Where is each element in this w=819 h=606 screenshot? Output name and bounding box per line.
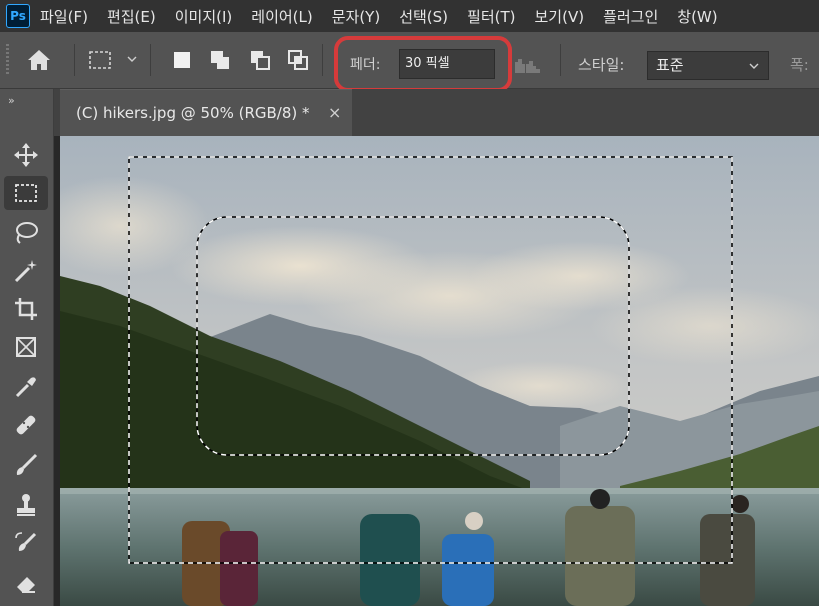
separator [560,44,561,76]
crop-tool[interactable] [4,292,48,326]
menu-window[interactable]: 창(W) [677,6,717,27]
subtract-selection-icon[interactable] [248,48,272,72]
separator [150,44,151,76]
eyedropper-icon [15,377,36,398]
document-tab-title: (C) hikers.jpg @ 50% (RGB/8) * [76,104,310,122]
add-selection-icon[interactable] [208,48,232,72]
close-icon[interactable]: × [328,103,341,122]
style-select[interactable]: 표준 [647,51,769,80]
healing-brush-tool[interactable] [4,408,48,442]
separator [74,44,75,76]
move-tool[interactable] [4,138,48,172]
menu-file[interactable]: 파일(F) [40,6,88,27]
width-label: 폭: [790,56,809,74]
rectangular-marquee-icon [15,184,37,202]
lasso-icon [16,222,38,244]
feathered-selection-marquee [196,216,630,456]
eyedropper-tool[interactable] [4,370,48,404]
intersect-selection-icon[interactable] [286,48,310,72]
menu-plugins[interactable]: 플러그인 [603,6,658,27]
eraser-icon [17,577,35,593]
brush-tool[interactable] [4,448,48,482]
anti-alias-icon [515,59,540,73]
frame-tool[interactable] [4,330,48,364]
eraser-tool[interactable] [4,566,48,600]
feather-label: 페더: [350,57,381,73]
new-selection-icon[interactable] [170,48,194,72]
menu-select[interactable]: 선택(S) [399,6,448,27]
home-icon[interactable] [24,46,54,74]
menu-type[interactable]: 문자(Y) [332,6,380,27]
history-brush-icon [15,532,37,551]
menu-view[interactable]: 보기(V) [535,6,585,27]
style-select-value: 표준 [656,56,684,74]
feather-input[interactable]: 30 픽셀 [399,49,495,79]
options-bar-grip[interactable] [6,44,9,74]
move-icon [14,143,38,167]
document-tab[interactable]: (C) hikers.jpg @ 50% (RGB/8) * × [60,89,352,137]
rectangular-marquee-icon[interactable] [88,50,112,70]
magic-wand-tool[interactable] [4,254,48,288]
magic-wand-icon [14,260,37,283]
photoshop-logo[interactable]: Ps [6,4,30,28]
menu-image[interactable]: 이미지(I) [175,6,233,27]
clone-stamp-tool[interactable] [4,488,48,522]
style-label: 스타일: [578,56,625,74]
menu-edit[interactable]: 편집(E) [107,6,156,27]
chevron-down-icon[interactable] [126,54,138,64]
history-brush-tool[interactable] [4,526,48,560]
marquee-tool[interactable] [4,176,48,210]
frame-icon [16,337,36,357]
brush-icon [16,453,38,475]
collapse-panel-icon[interactable]: » [8,94,15,107]
clone-stamp-icon [17,494,35,516]
crop-icon [15,298,37,320]
menu-filter[interactable]: 필터(T) [467,6,515,27]
healing-brush-icon [16,415,36,435]
menu-layer[interactable]: 레이어(L) [251,6,312,27]
separator [322,44,323,76]
lasso-tool[interactable] [4,216,48,250]
menu-bar: Ps 파일(F) 편집(E) 이미지(I) 레이어(L) 문자(Y) 선택(S)… [0,0,819,32]
chevron-down-icon [749,63,759,69]
